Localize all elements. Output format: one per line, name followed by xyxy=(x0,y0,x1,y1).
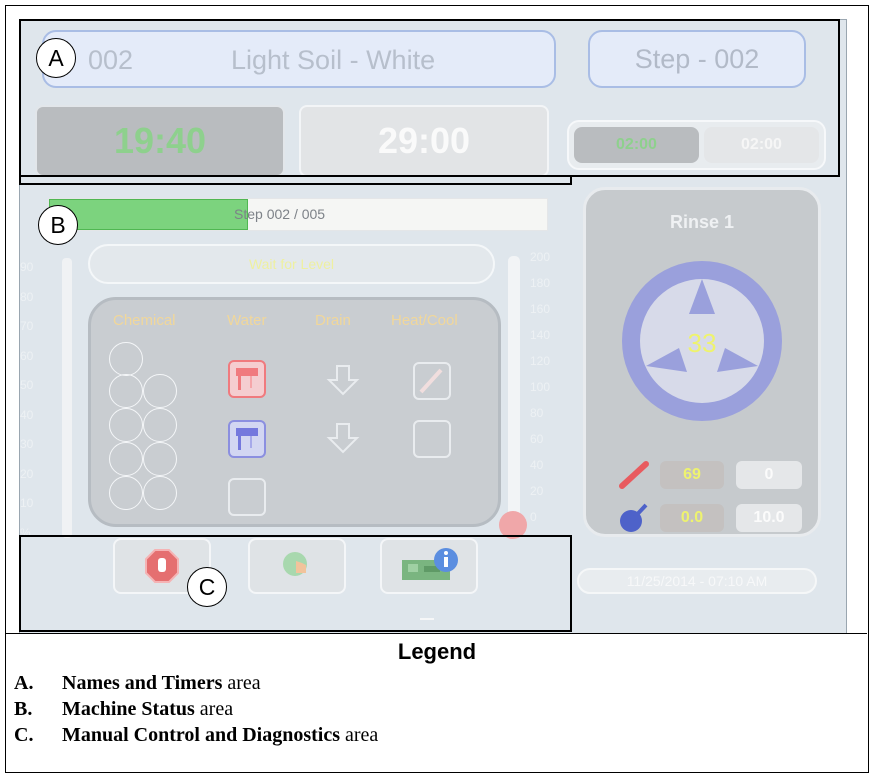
cold-water-valve-icon xyxy=(228,420,266,458)
legend-item-a: A. Names and Timers area xyxy=(14,672,261,695)
io-status-panel: Chemical Water Drain Heat/Cool xyxy=(88,297,501,527)
callout-b: B xyxy=(38,205,78,245)
zone-a-outline xyxy=(19,19,840,177)
temperature-value: 69 xyxy=(660,461,724,489)
chemical-indicator xyxy=(143,374,177,408)
chemical-indicator xyxy=(109,442,143,476)
chemical-indicator xyxy=(143,442,177,476)
legend-term: Machine Status xyxy=(62,698,195,720)
drain-icon xyxy=(324,362,362,400)
level-scale-tick: 60 xyxy=(20,348,34,363)
level-scale-tick: 40 xyxy=(20,407,34,422)
level-scale-tick: 50 xyxy=(20,378,34,392)
operation-panel: Rinse 1 33 69 0 0.0 10.0 xyxy=(583,187,821,537)
temperature-scale-tick: 20 xyxy=(530,484,544,498)
legend-suffix: area xyxy=(194,698,234,720)
level-scale-tick: 80 xyxy=(20,289,34,304)
heat-icon xyxy=(413,362,451,400)
level-gauge-icon xyxy=(620,503,648,532)
level-scale-tick: 20 xyxy=(20,466,34,481)
level-scale-percent: 90 80 70 60 50 40 30 20 10% xyxy=(20,258,50,548)
zone-c-outline xyxy=(19,535,572,632)
drain-icon xyxy=(324,420,362,458)
temperature-scale-tick: 60 xyxy=(530,432,544,446)
chemical-indicator xyxy=(109,408,143,442)
column-water: Water xyxy=(227,312,267,329)
legend-term: Manual Control and Diagnostics xyxy=(62,724,341,746)
drum-icon: 33 xyxy=(622,261,782,421)
column-drain: Drain xyxy=(315,312,351,329)
legend-key: A. xyxy=(14,672,34,694)
step-progress-fill xyxy=(49,199,249,230)
level-scale-tick: 10 xyxy=(20,496,34,510)
column-chemical: Chemical xyxy=(113,312,176,329)
chemical-indicator xyxy=(143,408,177,442)
temperature-scale: 200 180 160 140 120 100 80 60 40 20 0 xyxy=(530,250,570,540)
temperature-scale-tick: 180 xyxy=(530,276,551,290)
chemical-indicator xyxy=(109,342,143,376)
hot-water-valve-icon xyxy=(228,360,266,398)
temperature-scale-tick: 0 xyxy=(530,510,537,524)
zone-b-top xyxy=(19,183,572,185)
temperature-target: 0 xyxy=(736,461,802,489)
thermometer-icon xyxy=(619,461,649,489)
legend-key: C. xyxy=(14,724,34,746)
level-scale-tick: 30 xyxy=(20,437,34,451)
step-progress-text: Step 002 / 005 xyxy=(234,206,326,222)
operation-counter: 33 xyxy=(688,328,717,358)
operation-name: Rinse 1 xyxy=(669,212,735,232)
column-heat-cool: Heat/Cool xyxy=(391,312,458,329)
legend-item-b: B. Machine Status area xyxy=(14,698,233,721)
level-scale-tick: 70 xyxy=(20,319,34,333)
temperature-scale-tick: 120 xyxy=(530,354,551,368)
chemical-indicator xyxy=(109,476,143,510)
callout-c: C xyxy=(187,567,227,607)
legend-suffix: area xyxy=(222,672,261,694)
legend-key: B. xyxy=(14,698,33,720)
legend-item-c: C. Manual Control and Diagnostics area xyxy=(14,724,378,747)
temperature-scale-tick: 200 xyxy=(530,250,551,264)
legend-suffix: area xyxy=(340,724,379,746)
temperature-scale-tick: 160 xyxy=(530,302,551,316)
legend-divider xyxy=(5,633,867,634)
temperature-scale-tick: 140 xyxy=(530,328,551,342)
level-target: 10.0 xyxy=(736,504,802,532)
status-message: Wait for Level xyxy=(88,244,495,284)
aux-water-valve-icon xyxy=(228,478,266,516)
temperature-scale-tick: 80 xyxy=(530,406,544,420)
legend-title: Legend xyxy=(397,639,477,664)
date-time-display: 11/25/2014 - 07:10 AM xyxy=(577,568,817,594)
legend-term: Names and Timers xyxy=(62,672,223,694)
temperature-bar xyxy=(508,256,520,528)
temperature-scale-tick: 40 xyxy=(530,458,544,472)
level-bar xyxy=(62,258,72,538)
callout-a: A xyxy=(36,38,76,78)
level-scale-tick: 90 xyxy=(20,260,34,274)
chemical-indicator xyxy=(109,374,143,408)
cool-icon xyxy=(413,420,451,458)
level-value: 0.0 xyxy=(660,504,724,532)
step-progress-bar: Step 002 / 005 xyxy=(48,198,548,231)
chemical-indicator xyxy=(143,476,177,510)
temperature-scale-tick: 100 xyxy=(530,380,551,394)
